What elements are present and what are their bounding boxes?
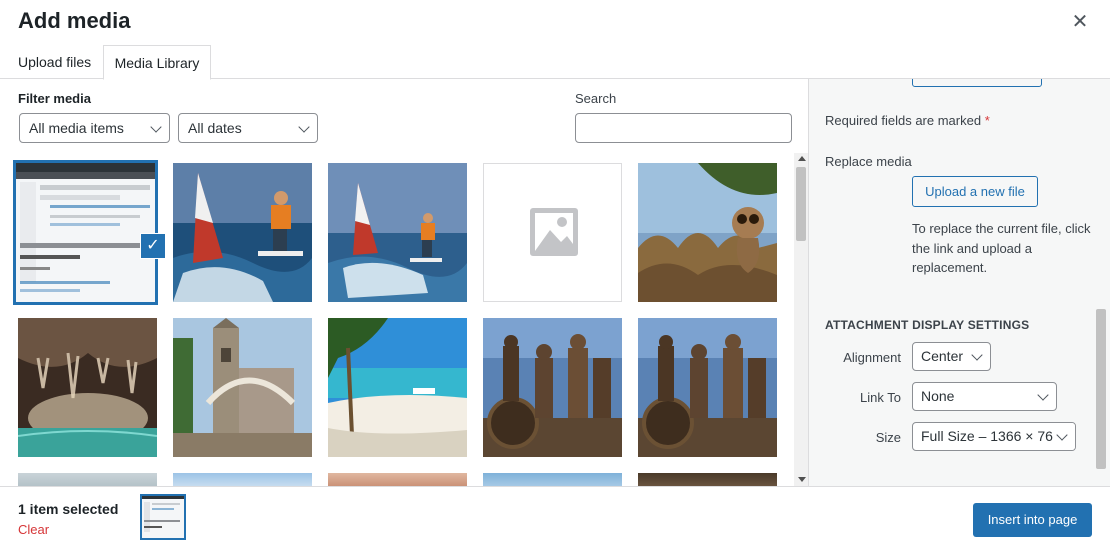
attachment-thumbnail[interactable] — [638, 163, 777, 302]
alignment-value: Center — [921, 348, 964, 364]
attachment-thumbnail[interactable] — [13, 160, 158, 305]
date-value: All dates — [188, 120, 242, 136]
attachment-thumbnail[interactable] — [18, 318, 157, 457]
media-type-value: All media items — [29, 120, 124, 136]
required-text: Required fields are marked — [825, 113, 982, 128]
size-label: Size — [875, 430, 901, 445]
media-tabs: Upload files Media Library — [0, 45, 1110, 80]
attachment-thumbnail[interactable] — [638, 473, 777, 486]
attachment-thumbnail[interactable] — [18, 473, 157, 486]
chevron-down-icon — [1037, 389, 1049, 401]
sidebar-scrollbar-thumb[interactable] — [1096, 309, 1106, 469]
link-to-label: Link To — [860, 390, 901, 405]
media-browser: Filter media All media items All dates S… — [0, 79, 808, 486]
upload-new-file-button[interactable]: Upload a new file — [912, 176, 1038, 207]
close-icon[interactable]: ✕ — [1068, 10, 1092, 34]
date-select[interactable]: All dates — [178, 113, 318, 143]
chevron-down-icon — [150, 121, 162, 133]
required-fields-note: Required fields are marked * — [825, 113, 990, 128]
attachment-thumbnail[interactable] — [638, 318, 777, 457]
cut-off-button[interactable] — [912, 79, 1042, 87]
chevron-down-icon — [971, 349, 983, 361]
link-to-select[interactable]: None — [912, 382, 1057, 411]
attachment-thumbnail[interactable] — [328, 163, 467, 302]
scrollbar-thumb[interactable] — [796, 167, 806, 241]
attachments-grid — [0, 160, 792, 486]
grid-scrollbar[interactable] — [794, 153, 808, 486]
search-label: Search — [575, 91, 617, 106]
attachment-thumbnail[interactable] — [173, 473, 312, 486]
selected-attachment-thumbnail[interactable] — [140, 494, 186, 540]
replace-media-label: Replace media — [825, 154, 912, 169]
display-settings-heading: Attachment Display Settings — [825, 318, 1030, 332]
media-toolbar: 1 item selected Clear Insert into page — [0, 486, 1110, 546]
tab-media-library[interactable]: Media Library — [103, 45, 211, 80]
attachment-thumbnail[interactable] — [483, 473, 622, 486]
attachment-thumbnail[interactable] — [483, 163, 622, 302]
attachment-thumbnail[interactable] — [173, 318, 312, 457]
alignment-select[interactable]: Center — [912, 342, 991, 371]
search-input[interactable] — [575, 113, 792, 143]
scroll-up-arrow-icon[interactable] — [798, 156, 806, 161]
size-value: Full Size – 1366 × 768 — [921, 428, 1061, 444]
image-placeholder-icon — [484, 164, 621, 301]
tab-upload-files[interactable]: Upload files — [18, 45, 91, 80]
modal-title: Add media — [18, 8, 131, 33]
filter-media-label: Filter media — [18, 91, 91, 106]
add-media-modal: Add media ✕ Upload files Media Library F… — [0, 0, 1110, 546]
attachment-details-sidebar: Required fields are marked * Replace med… — [808, 79, 1110, 486]
link-to-value: None — [921, 388, 955, 404]
checkmark-icon[interactable]: ✓ — [140, 233, 166, 259]
attachment-thumbnail[interactable] — [173, 163, 312, 302]
size-select[interactable]: Full Size – 1366 × 768 — [912, 422, 1076, 451]
replace-description: To replace the current file, click the l… — [912, 221, 1091, 275]
alignment-label: Alignment — [843, 350, 901, 365]
scroll-down-arrow-icon[interactable] — [798, 477, 806, 482]
required-star: * — [984, 113, 990, 128]
chevron-down-icon — [298, 121, 310, 133]
attachment-thumbnail[interactable] — [483, 318, 622, 457]
media-type-select[interactable]: All media items — [19, 113, 170, 143]
attachment-thumbnail[interactable] — [328, 473, 467, 486]
insert-into-page-button[interactable]: Insert into page — [973, 503, 1092, 537]
clear-selection-link[interactable]: Clear — [18, 522, 49, 537]
attachment-thumbnail[interactable] — [328, 318, 467, 457]
selection-count: 1 item selected — [18, 501, 119, 517]
